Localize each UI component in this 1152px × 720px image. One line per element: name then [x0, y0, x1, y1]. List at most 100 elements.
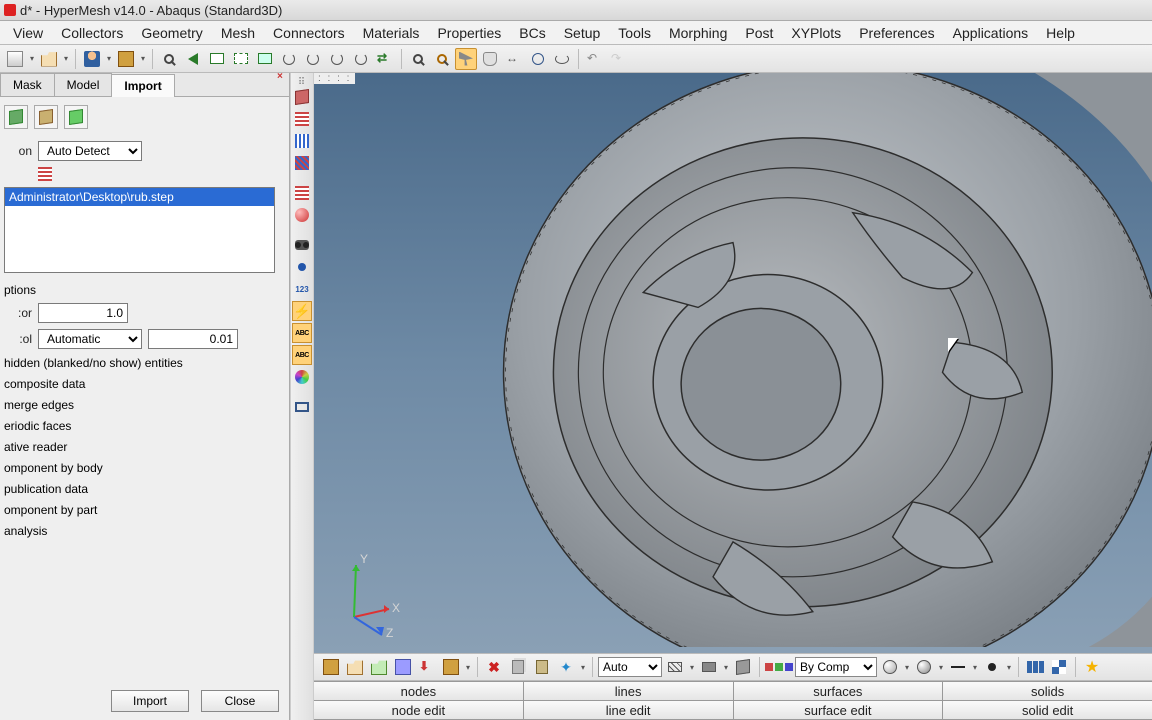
favorite-icon[interactable]: ★ — [1081, 656, 1103, 678]
file-list[interactable]: Administrator\Desktop\rub.step — [4, 187, 275, 273]
sphere-wire-icon[interactable] — [879, 656, 901, 678]
copy-icon[interactable] — [507, 656, 529, 678]
menu-view[interactable]: View — [4, 22, 52, 44]
rotate-xy-button[interactable] — [278, 48, 300, 70]
open-dropdown[interactable]: ▾ — [62, 54, 70, 63]
vt-palette[interactable] — [292, 367, 312, 387]
chk-merge-edges[interactable]: merge edges — [4, 398, 285, 412]
dot-style-dd[interactable]: ▾ — [1005, 663, 1013, 672]
vt-grid-red2[interactable] — [292, 183, 312, 203]
cube-icon[interactable] — [732, 656, 754, 678]
tab-mask[interactable]: Mask — [0, 73, 55, 96]
panel-close-button[interactable]: × — [277, 71, 287, 81]
tab-model[interactable]: Model — [54, 73, 113, 96]
vt-binoculars[interactable] — [292, 235, 312, 255]
vt-cube-red[interactable] — [292, 87, 312, 107]
spin-button[interactable] — [527, 48, 549, 70]
paste-icon[interactable] — [531, 656, 553, 678]
shade-dd[interactable]: ▾ — [722, 663, 730, 672]
pcell-surface-edit[interactable]: surface edit — [733, 701, 943, 720]
menu-help[interactable]: Help — [1037, 22, 1084, 44]
pan-button[interactable]: ↔ — [503, 48, 525, 70]
chk-component-by-part[interactable]: omponent by part — [4, 503, 285, 517]
select-button[interactable] — [455, 48, 477, 70]
sphere-wire-dd[interactable]: ▾ — [903, 663, 911, 672]
pcell-solids[interactable]: solids — [942, 682, 1152, 701]
file-type-select[interactable]: Auto Detect — [38, 141, 142, 161]
menu-morphing[interactable]: Morphing — [660, 22, 736, 44]
disp-down-icon[interactable]: ⬇ — [416, 656, 438, 678]
import-button[interactable]: Import — [111, 690, 189, 712]
menu-geometry[interactable]: Geometry — [132, 22, 211, 44]
vt-sphere[interactable] — [292, 205, 312, 225]
vt-grid-red[interactable] — [292, 109, 312, 129]
sparkle-icon[interactable]: ✦ — [555, 656, 577, 678]
disp-assy-icon[interactable] — [344, 656, 366, 678]
file-browse-icon[interactable] — [38, 167, 52, 181]
vt-dot[interactable] — [292, 257, 312, 277]
tolerance-value-input[interactable] — [148, 329, 238, 349]
vt-frame[interactable] — [292, 397, 312, 417]
zoom-button[interactable] — [158, 48, 180, 70]
user-dropdown[interactable]: ▾ — [105, 54, 113, 63]
menu-tools[interactable]: Tools — [609, 22, 660, 44]
file-list-item-selected[interactable]: Administrator\Desktop\rub.step — [5, 188, 274, 206]
menu-post[interactable]: Post — [736, 22, 782, 44]
fit-button[interactable] — [254, 48, 276, 70]
menu-mesh[interactable]: Mesh — [212, 22, 264, 44]
delete-icon[interactable]: ✖ — [483, 656, 505, 678]
menu-setup[interactable]: Setup — [555, 22, 610, 44]
vt-grid-blue[interactable] — [292, 131, 312, 151]
by-comp-select[interactable]: By Comp — [795, 657, 877, 677]
rotate-xz-button[interactable] — [302, 48, 324, 70]
disp-load-icon[interactable] — [368, 656, 390, 678]
sparkle-dd[interactable]: ▾ — [579, 663, 587, 672]
rotate-yz-button[interactable] — [326, 48, 348, 70]
disp-sys-icon[interactable] — [392, 656, 414, 678]
import-mesh-icon[interactable] — [34, 105, 58, 129]
menu-preferences[interactable]: Preferences — [850, 22, 943, 44]
pcell-lines[interactable]: lines — [523, 682, 733, 701]
wire-dd[interactable]: ▾ — [688, 663, 696, 672]
pcell-solid-edit[interactable]: solid edit — [942, 701, 1152, 720]
window-select-button[interactable] — [230, 48, 252, 70]
undo-button[interactable]: ↶ — [584, 48, 606, 70]
3d-viewport[interactable]: : : : : — [314, 73, 1152, 653]
disp-comps-icon[interactable] — [320, 656, 342, 678]
import-geom-icon[interactable] — [4, 105, 28, 129]
pcell-node-edit[interactable]: node edit — [314, 701, 523, 720]
scale-factor-input[interactable] — [38, 303, 128, 323]
back-button[interactable] — [182, 48, 204, 70]
auto-select[interactable]: Auto — [598, 657, 662, 677]
redo-button[interactable]: ↷ — [608, 48, 630, 70]
shade-icon[interactable] — [698, 656, 720, 678]
vt-123[interactable]: 123 — [292, 279, 312, 299]
sphere-shade-dd[interactable]: ▾ — [937, 663, 945, 672]
fit-selected-button[interactable] — [431, 48, 453, 70]
menu-xyplots[interactable]: XYPlots — [782, 22, 850, 44]
window-zoom-button[interactable] — [206, 48, 228, 70]
new-dropdown[interactable]: ▾ — [28, 54, 36, 63]
menu-connectors[interactable]: Connectors — [264, 22, 354, 44]
collectors-dropdown[interactable]: ▾ — [139, 54, 147, 63]
chk-hidden-entities[interactable]: hidden (blanked/no show) entities — [4, 356, 285, 370]
menu-bcs[interactable]: BCs — [510, 22, 554, 44]
line-style-dd[interactable]: ▾ — [971, 663, 979, 672]
checker-icon[interactable] — [1048, 656, 1070, 678]
glove-button[interactable] — [479, 48, 501, 70]
disp-crate-icon[interactable] — [440, 656, 462, 678]
screens-icon[interactable] — [1024, 656, 1046, 678]
chk-native-reader[interactable]: ative reader — [4, 440, 285, 454]
line-style-icon[interactable] — [947, 656, 969, 678]
tolerance-mode-select[interactable]: Automatic — [38, 329, 142, 349]
iso-view-button[interactable] — [350, 48, 372, 70]
disp-crate-dd[interactable]: ▾ — [464, 663, 472, 672]
vt-abc1[interactable]: ABC — [292, 323, 312, 343]
pcell-nodes[interactable]: nodes — [314, 682, 523, 701]
new-button[interactable] — [4, 48, 26, 70]
close-button[interactable]: Close — [201, 690, 279, 712]
vt-grid-mixed[interactable] — [292, 153, 312, 173]
pcell-surfaces[interactable]: surfaces — [733, 682, 943, 701]
import-solver-icon[interactable] — [64, 105, 88, 129]
pcell-line-edit[interactable]: line edit — [523, 701, 733, 720]
